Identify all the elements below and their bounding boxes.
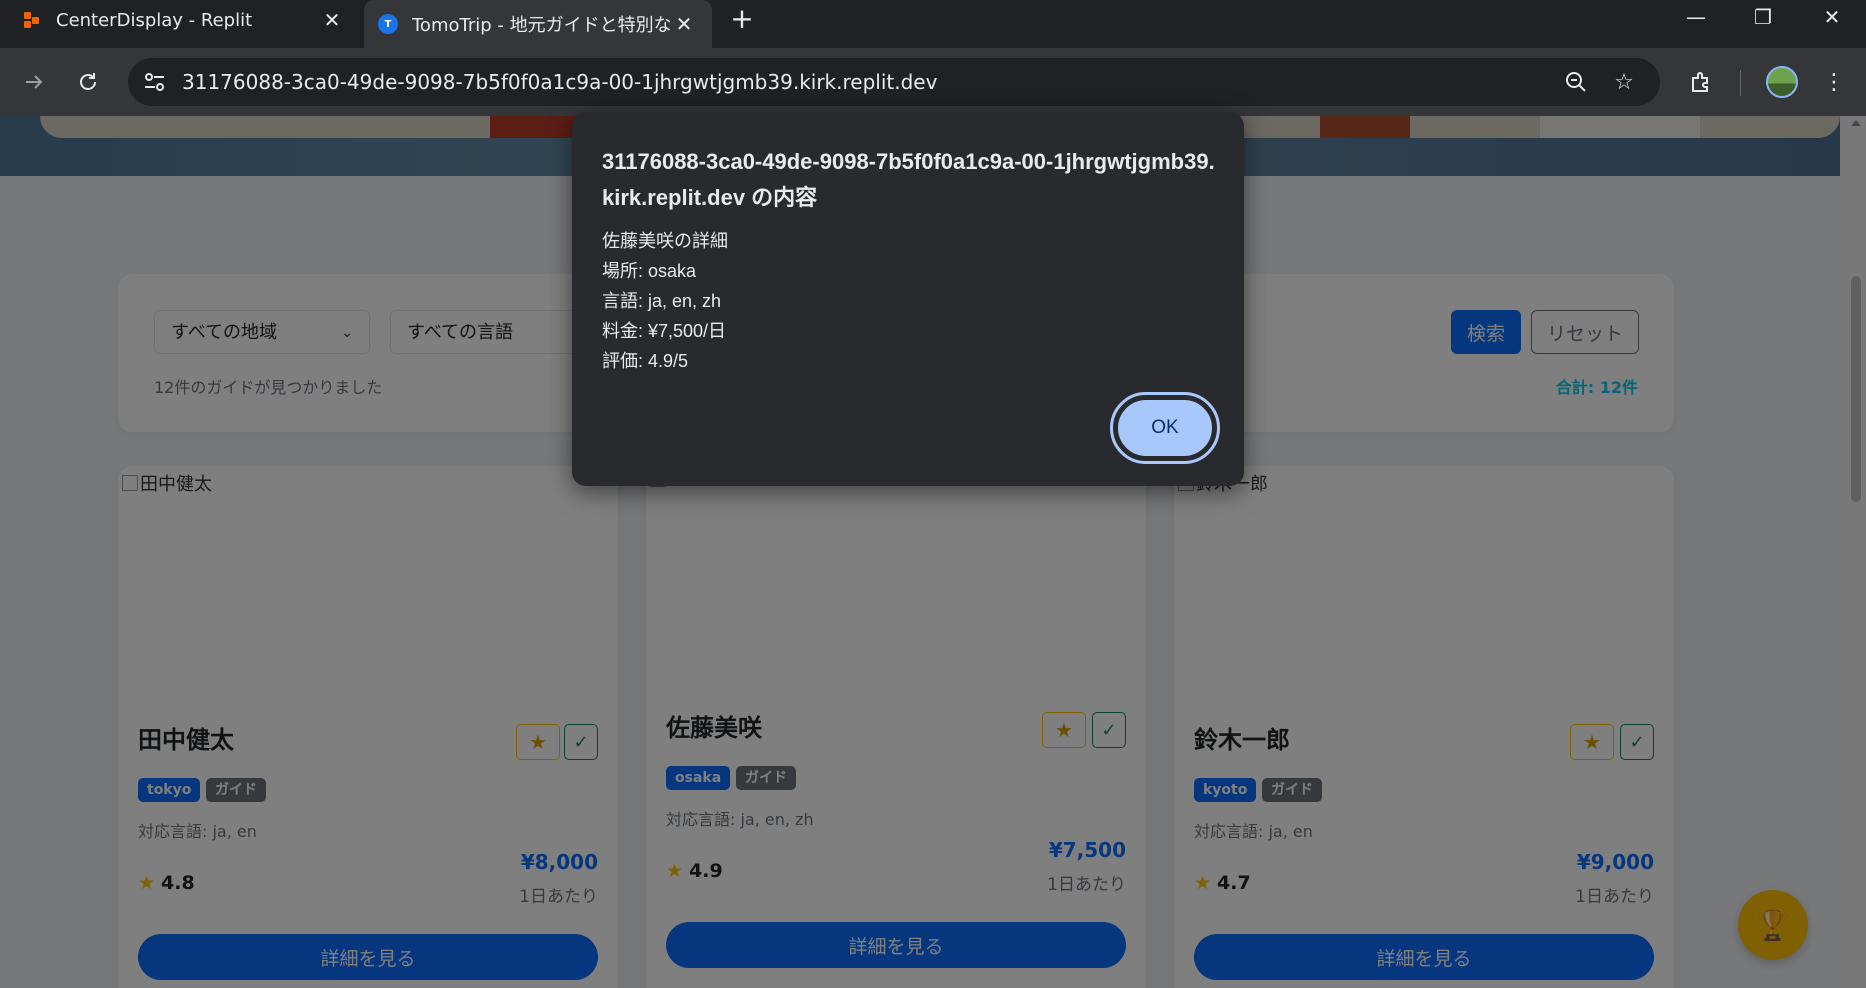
site-settings-icon[interactable] <box>140 67 170 97</box>
dialog-line: 場所: osaka <box>602 261 697 281</box>
dialog-line: 言語: ja, en, zh <box>602 291 722 311</box>
close-tab-icon[interactable]: ✕ <box>670 10 698 38</box>
ok-button[interactable]: OK <box>1110 392 1220 464</box>
tab-centerdisplay[interactable]: CenterDisplay - Replit ✕ <box>0 0 360 40</box>
tab-title: TomoTrip - 地元ガイドと特別な旅 <box>412 15 670 36</box>
address-bar[interactable]: 31176088-3ca0-49de-9098-7b5f0f0a1c9a-00-… <box>128 58 1660 106</box>
bookmark-star-icon[interactable]: ☆ <box>1610 68 1638 96</box>
url-text: 31176088-3ca0-49de-9098-7b5f0f0a1c9a-00-… <box>182 70 938 94</box>
close-window-button[interactable]: ✕ <box>1804 0 1860 34</box>
tomotrip-favicon-icon: T <box>378 14 398 34</box>
new-tab-button[interactable]: + <box>728 2 756 35</box>
dialog-line: 評価: 4.9/5 <box>602 351 689 371</box>
minimize-window-button[interactable]: — <box>1668 0 1724 34</box>
browser-toolbar: 31176088-3ca0-49de-9098-7b5f0f0a1c9a-00-… <box>0 48 1866 116</box>
dialog-line: 佐藤美咲の詳細 <box>602 231 728 251</box>
tab-strip: CenterDisplay - Replit ✕ T TomoTrip - 地元… <box>0 0 1866 48</box>
close-tab-icon[interactable]: ✕ <box>318 6 346 34</box>
forward-arrow-icon[interactable] <box>14 62 54 102</box>
replit-favicon-icon <box>22 10 42 30</box>
dialog-message: 佐藤美咲の詳細 場所: osaka 言語: ja, en, zh 料金: ¥7,… <box>602 226 728 376</box>
tab-tomotrip[interactable]: T TomoTrip - 地元ガイドと特別な旅 ✕ <box>364 0 712 48</box>
dialog-title: 31176088-3ca0-49de-9098-7b5f0f0a1c9a-00-… <box>602 149 1215 210</box>
menu-kebab-icon[interactable]: ⋮ <box>1816 64 1852 100</box>
zoom-icon[interactable] <box>1562 68 1590 96</box>
alert-dialog: 31176088-3ca0-49de-9098-7b5f0f0a1c9a-00-… <box>572 112 1244 486</box>
reload-icon[interactable] <box>68 62 108 102</box>
profile-avatar[interactable] <box>1766 66 1798 98</box>
restore-window-button[interactable]: ❐ <box>1735 0 1791 34</box>
toolbar-separator <box>1740 70 1741 96</box>
dialog-line: 料金: ¥7,500/日 <box>602 321 727 341</box>
extensions-icon[interactable] <box>1683 64 1719 100</box>
tab-title: CenterDisplay - Replit <box>56 9 253 31</box>
